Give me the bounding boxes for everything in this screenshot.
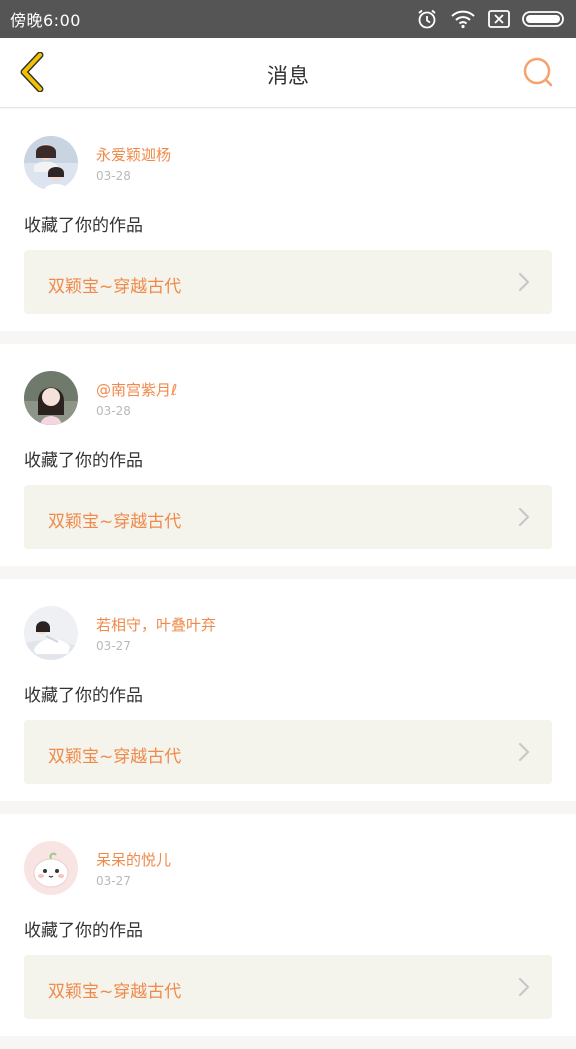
search-button[interactable] — [518, 54, 558, 94]
work-link[interactable]: 双颖宝~穿越古代 — [24, 720, 552, 784]
username[interactable]: 呆呆的悦儿 — [96, 849, 171, 870]
message-card: @南宫紫月ℓ 03-28 收藏了你的作品 双颖宝~穿越古代 — [0, 344, 576, 566]
status-icons — [416, 8, 566, 30]
avatar[interactable] — [24, 841, 78, 895]
message-card: 呆呆的悦儿 03-27 收藏了你的作品 双颖宝~穿越古代 — [0, 814, 576, 1036]
avatar[interactable] — [24, 371, 78, 425]
message-card: 若相守，叶叠叶弃 03-27 收藏了你的作品 双颖宝~穿越古代 — [0, 579, 576, 801]
username[interactable]: @南宫紫月ℓ — [96, 379, 177, 400]
work-title: 双颖宝~穿越古代 — [48, 747, 182, 767]
wifi-icon — [450, 9, 476, 29]
page-title: 消息 — [267, 64, 309, 88]
message-list: 永爱颖迦杨 03-28 收藏了你的作品 双颖宝~穿越古代 @南宫紫月ℓ 03-2… — [0, 109, 576, 1049]
chevron-right-icon — [518, 272, 530, 296]
avatar[interactable] — [24, 606, 78, 660]
message-action: 收藏了你的作品 — [24, 451, 143, 471]
chevron-right-icon — [518, 977, 530, 1001]
avatar[interactable] — [24, 136, 78, 190]
status-bar: 傍晚6:00 — [0, 0, 576, 38]
work-title: 双颖宝~穿越古代 — [48, 277, 182, 297]
chevron-right-icon — [518, 742, 530, 766]
message-date: 03-27 — [96, 874, 131, 888]
chevron-right-icon — [518, 507, 530, 531]
navigation-bar: 消息 — [0, 38, 576, 108]
message-action: 收藏了你的作品 — [24, 921, 143, 941]
work-title: 双颖宝~穿越古代 — [48, 512, 182, 532]
work-title: 双颖宝~穿越古代 — [48, 982, 182, 1002]
message-action: 收藏了你的作品 — [24, 686, 143, 706]
battery-icon — [522, 10, 566, 28]
message-date: 03-28 — [96, 404, 131, 418]
work-link[interactable]: 双颖宝~穿越古代 — [24, 250, 552, 314]
username[interactable]: 若相守，叶叠叶弃 — [96, 614, 216, 635]
status-time: 傍晚6:00 — [10, 11, 81, 30]
message-card: 永爱颖迦杨 03-28 收藏了你的作品 双颖宝~穿越古代 — [0, 109, 576, 331]
sim-icon — [488, 10, 510, 28]
message-date: 03-27 — [96, 639, 131, 653]
message-action: 收藏了你的作品 — [24, 216, 143, 236]
work-link[interactable]: 双颖宝~穿越古代 — [24, 955, 552, 1019]
message-date: 03-28 — [96, 169, 131, 183]
alarm-icon — [416, 8, 438, 30]
work-link[interactable]: 双颖宝~穿越古代 — [24, 485, 552, 549]
search-icon — [522, 56, 554, 92]
username[interactable]: 永爱颖迦杨 — [96, 144, 171, 165]
